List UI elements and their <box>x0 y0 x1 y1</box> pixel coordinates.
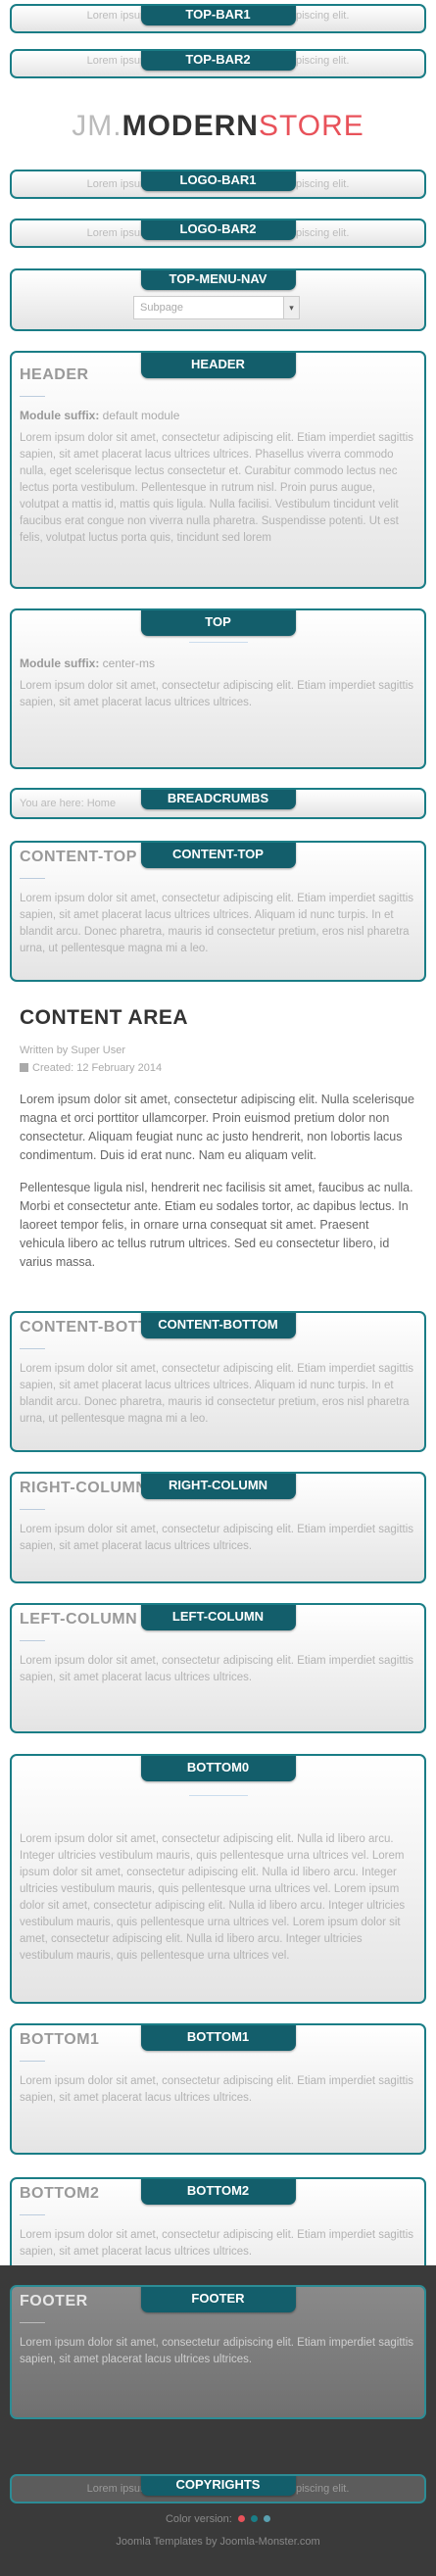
article-paragraph: Pellentesque ligula nisl, hendrerit nec … <box>20 1181 413 1269</box>
content-top-module: CONTENT-TOP CONTENT-TOP Lorem ipsum dolo… <box>10 841 426 982</box>
article-author: Written by Super User <box>20 1045 126 1056</box>
left-column-module: LEFT-COLUMN LEFT-COLUMN Lorem ipsum dolo… <box>10 1603 426 1733</box>
right-column-tag: RIGHT-COLUMN <box>140 1474 296 1499</box>
site-logo[interactable]: JM.MODERNSTORE <box>0 110 436 143</box>
color-swatch-teal[interactable] <box>250 2515 258 2522</box>
chevron-down-icon[interactable]: ▾ <box>283 297 299 318</box>
right-column-module: RIGHT-COLUMN RIGHT-COLUMN Lorem ipsum do… <box>10 1472 426 1583</box>
top-module: TOP Module suffix: center-ms Lorem ipsum… <box>10 608 426 769</box>
copyrights-module: COPYRIGHTS Lorem ipsum dolor sit amet, c… <box>10 2474 426 2503</box>
content-top-tag: CONTENT-TOP <box>140 843 296 868</box>
left-column-text: Lorem ipsum dolor sit amet, consectetur … <box>20 1655 414 1683</box>
logo-bar1: LOGO-BAR1 Lorem ipsum dolor sit amet, co… <box>10 170 426 199</box>
bottom1-module: BOTTOM1 BOTTOM1 Lorem ipsum dolor sit am… <box>10 2023 426 2155</box>
menu-select[interactable]: Subpage ▾ <box>133 296 300 319</box>
title-underline <box>20 2322 45 2323</box>
title-underline <box>20 2061 45 2062</box>
title-underline <box>20 1509 45 1510</box>
title-underline <box>188 642 248 643</box>
breadcrumbs-tag: BREADCRUMBS <box>140 790 296 809</box>
bottom2-text: Lorem ipsum dolor sit amet, consectetur … <box>20 2229 414 2258</box>
title-underline <box>20 2214 45 2215</box>
copyrights-tag: COPYRIGHTS <box>140 2476 296 2496</box>
top-tag: TOP <box>140 610 296 636</box>
logo-bar2: LOGO-BAR2 Lorem ipsum dolor sit amet, co… <box>10 219 426 248</box>
bottom0-text: Lorem ipsum dolor sit amet, consectetur … <box>20 1833 406 1962</box>
footer-module: FOOTER FOOTER Lorem ipsum dolor sit amet… <box>10 2285 426 2419</box>
header-text: Lorem ipsum dolor sit amet, consectetur … <box>20 432 414 544</box>
breadcrumb-home-link[interactable]: Home <box>87 798 116 809</box>
left-column-tag: LEFT-COLUMN <box>140 1605 296 1630</box>
logo-part-store: STORE <box>258 110 364 142</box>
breadcrumbs: BREADCRUMBS You are here: Home <box>10 788 426 819</box>
content-bottom-module: CONTENT-BOTTOM CONTENT-BOTTOM Lorem ipsu… <box>10 1311 426 1452</box>
logo-part-jm: JM <box>72 110 114 142</box>
logo-part-modern: MODERN <box>121 110 259 142</box>
footer-text: Lorem ipsum dolor sit amet, consectetur … <box>20 2337 414 2365</box>
breadcrumb-label: You are here: <box>20 798 84 809</box>
top-bar1-tag: TOP-BAR1 <box>140 6 296 25</box>
header-module: HEADER HEADER Module suffix: default mod… <box>10 351 426 589</box>
top-bar2-tag: TOP-BAR2 <box>140 51 296 71</box>
color-swatch-blue[interactable] <box>264 2515 271 2522</box>
content-bottom-text: Lorem ipsum dolor sit amet, consectetur … <box>20 1363 414 1425</box>
menu-select-value: Subpage <box>140 302 184 314</box>
top-bar2: TOP-BAR2 Lorem ipsum dolor sit amet, con… <box>10 49 426 78</box>
title-underline <box>20 1640 45 1641</box>
top-text: Lorem ipsum dolor sit amet, consectetur … <box>20 680 414 708</box>
article-paragraph: Lorem ipsum dolor sit amet, consectetur … <box>20 1093 414 1162</box>
right-column-text: Lorem ipsum dolor sit amet, consectetur … <box>20 1524 414 1552</box>
color-version-label: Color version: <box>165 2513 232 2525</box>
top-menu-nav-tag: TOP-MENU-NAV <box>140 270 296 290</box>
logo-bar2-tag: LOGO-BAR2 <box>140 220 296 240</box>
module-suffix: Module suffix: center-ms <box>20 656 156 670</box>
title-underline <box>20 878 45 879</box>
logo-bar1-tag: LOGO-BAR1 <box>140 171 296 191</box>
credit-link[interactable]: Joomla Templates by Joomla-Monster.com <box>0 2536 436 2548</box>
article-created: Created: 12 February 2014 <box>20 1059 416 1077</box>
content-top-text: Lorem ipsum dolor sit amet, consectetur … <box>20 893 414 954</box>
content-bottom-tag: CONTENT-BOTTOM <box>140 1313 296 1338</box>
bottom1-tag: BOTTOM1 <box>140 2025 296 2051</box>
header-tag: HEADER <box>140 353 296 378</box>
bottom0-tag: BOTTOM0 <box>140 1756 296 1781</box>
page-title: CONTENT AREA <box>20 1006 189 1029</box>
title-underline <box>20 1348 45 1349</box>
footer-tag: FOOTER <box>140 2287 296 2312</box>
top-bar1: TOP-BAR1 Lorem ipsum dolor sit amet, con… <box>10 4 426 33</box>
color-swatch-red[interactable] <box>237 2515 245 2522</box>
bottom0-module: BOTTOM0 Lorem ipsum dolor sit amet, cons… <box>10 1754 426 2004</box>
color-version: Color version: <box>0 2513 436 2525</box>
title-underline <box>20 396 45 397</box>
bottom2-tag: BOTTOM2 <box>140 2179 296 2205</box>
title-underline <box>188 1795 248 1796</box>
content-area: CONTENT AREA Written by Super User Creat… <box>20 1006 416 1272</box>
bottom1-text: Lorem ipsum dolor sit amet, consectetur … <box>20 2075 414 2104</box>
module-suffix: Module suffix: default module <box>20 409 180 422</box>
calendar-icon <box>20 1063 28 1072</box>
